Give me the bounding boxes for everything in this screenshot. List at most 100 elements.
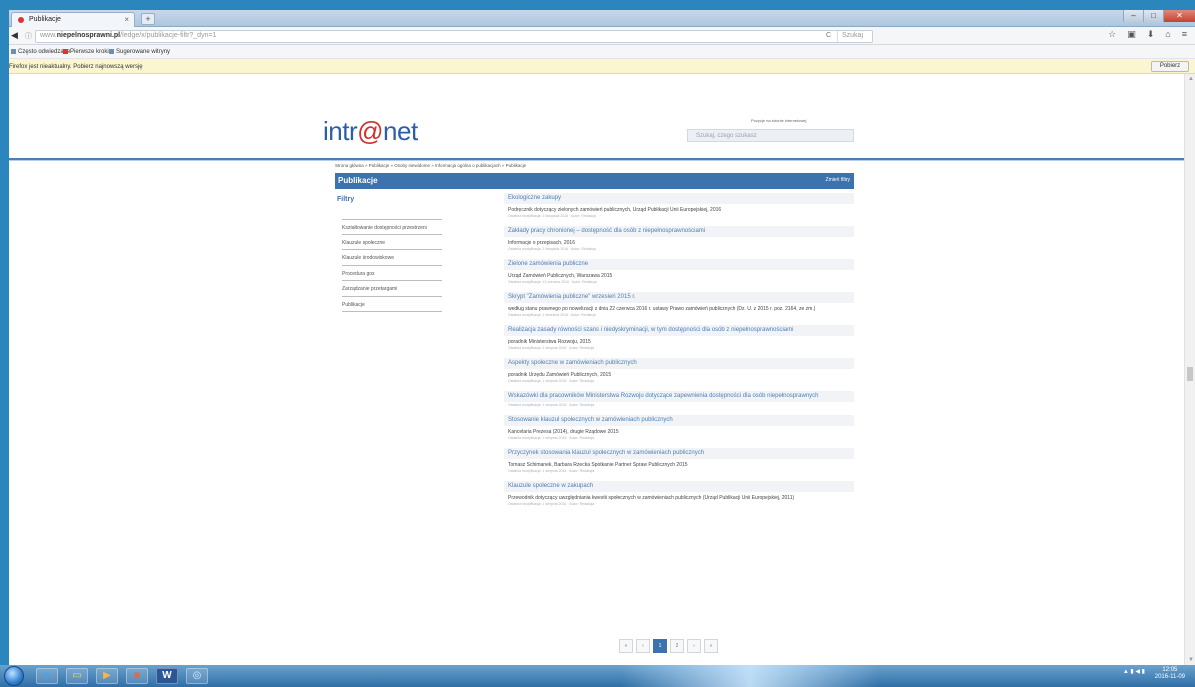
result-meta: Ostatnia modyfikacja: 1 sierpnia 2016 · … xyxy=(508,403,595,407)
page-title: Publikacje xyxy=(338,176,378,185)
result-meta: Ostatnia modyfikacja: 2 listopada 2016 ·… xyxy=(508,247,596,251)
filter-item[interactable]: Kształtowanie dostępności przestrzeni xyxy=(342,219,442,235)
result-title-link[interactable]: Klauzule społeczne w zakupach xyxy=(504,481,854,492)
result-title-link[interactable]: Stosowanie klauzul społecznych w zamówie… xyxy=(504,415,854,426)
result-meta: Ostatnia modyfikacja: 1 sierpnia 2016 · … xyxy=(508,502,595,506)
result-title-link[interactable]: Skrypt "Zamówienia publiczne" wrzesień 2… xyxy=(504,292,854,303)
result-title-link[interactable]: Realizacja zasady równości szans i niedy… xyxy=(504,325,854,336)
result-description: poradnik Ministerstwa Rozwoju, 2015 xyxy=(508,339,591,345)
result-title-link[interactable]: Zakłady pracy chronionej – dostępność dl… xyxy=(504,226,854,237)
screen-border-left xyxy=(0,0,9,687)
minimize-button[interactable]: – xyxy=(1123,10,1143,22)
change-filters-link[interactable]: Zmień filtry xyxy=(826,177,850,183)
notification-bar: Firefox jest nieaktualny. Pobierz najnow… xyxy=(9,59,1195,74)
result-title-link[interactable]: Zielone zamówienia publiczne xyxy=(504,259,854,270)
scroll-thumb[interactable] xyxy=(1187,367,1193,381)
system-tray[interactable]: ▲ ▮ ◀ ▮ xyxy=(1123,668,1145,675)
word-icon[interactable]: W xyxy=(156,668,178,684)
web-page: intr@net Pozycje na stronie internetowej… xyxy=(9,74,1184,665)
breadcrumb[interactable]: Strona główna » Publikacje » Osoby niewi… xyxy=(335,163,526,168)
media-player-icon[interactable]: ▶ xyxy=(96,668,118,684)
reload-icon[interactable]: C xyxy=(826,32,831,39)
bookmark-item[interactable]: Często odwiedzane xyxy=(11,49,70,55)
window-controls: – □ ✕ xyxy=(1123,10,1195,22)
filter-item[interactable]: Klauzule środowiskowe xyxy=(342,250,442,266)
result-meta: Ostatnia modyfikacja: 2 listopada 2016 ·… xyxy=(508,214,596,218)
results-list: Ekologiczne zakupy Podręcznik dotyczący … xyxy=(504,193,854,514)
pager-page-2[interactable]: 2 xyxy=(670,639,684,653)
result-description: Tomasz Schimanek, Barbara Rzecka Spotkan… xyxy=(508,462,688,468)
top-link[interactable]: Pozycje na stronie internetowej xyxy=(751,118,806,123)
favicon-icon xyxy=(18,17,24,23)
pager-next-button[interactable]: › xyxy=(687,639,701,653)
result-meta: Ostatnia modyfikacja: 12 czerwca 2016 · … xyxy=(508,280,597,284)
pocket-icon[interactable]: ▣ xyxy=(1127,29,1136,40)
filters-heading: Filtry xyxy=(337,196,355,203)
bookmarks-bar: Często odwiedzane Pierwsze kroki Sugerow… xyxy=(9,45,1195,59)
new-tab-button[interactable]: + xyxy=(141,13,155,25)
network-icon[interactable]: ◎ xyxy=(186,668,208,684)
folder-icon xyxy=(11,49,16,54)
result-item: Ekologiczne zakupy Podręcznik dotyczący … xyxy=(504,193,854,219)
pager-page-1[interactable]: 1 xyxy=(653,639,667,653)
scroll-down-icon[interactable]: ▼ xyxy=(1188,657,1194,663)
browser-search-input[interactable]: Szukaj xyxy=(837,31,873,42)
result-title-link[interactable]: Wskazówki dla pracowników Ministerstwa R… xyxy=(504,391,854,402)
browser-window: Publikacje × + – □ ✕ ◀ ⓘ www.niepelnospr… xyxy=(9,10,1195,665)
navigation-bar: ◀ ⓘ www.niepelnosprawni.pl/ledge/x/publi… xyxy=(9,27,1195,45)
ie-icon[interactable]: e xyxy=(36,668,58,684)
filter-item[interactable]: Zarządzanie przetargami xyxy=(342,281,442,297)
result-meta: Ostatnia modyfikacja: 1 sierpnia 2016 · … xyxy=(508,436,595,440)
tab-title: Publikacje xyxy=(29,16,61,23)
taskbar-glow xyxy=(620,665,880,687)
result-item: Realizacja zasady równości szans i niedy… xyxy=(504,325,854,351)
browser-search-placeholder: Szukaj xyxy=(842,32,864,39)
result-title-link[interactable]: Aspekty społeczne w zamówieniach publicz… xyxy=(504,358,854,369)
menu-icon[interactable]: ≡ xyxy=(1182,29,1187,40)
pager-first-button[interactable]: « xyxy=(619,639,633,653)
site-logo[interactable]: intr@net xyxy=(323,116,418,147)
page-title-bar: Publikacje Zmień filtry xyxy=(335,173,854,189)
toolbar-icons: ☆ ▣ ⬇ ⌂ ≡ xyxy=(1108,29,1187,40)
start-button[interactable] xyxy=(4,666,24,686)
result-description: według stanu prawnego po nowelizacji z d… xyxy=(508,306,816,312)
result-item: Wskazówki dla pracowników Ministerstwa R… xyxy=(504,391,854,408)
tab-close-icon[interactable]: × xyxy=(124,15,129,24)
result-item: Zielone zamówienia publiczne Urząd Zamów… xyxy=(504,259,854,285)
pager-last-button[interactable]: » xyxy=(704,639,718,653)
tab-publikacje[interactable]: Publikacje × xyxy=(11,12,135,27)
bookmark-star-icon[interactable]: ☆ xyxy=(1108,29,1116,40)
firefox-icon xyxy=(63,49,68,54)
result-item: Stosowanie klauzul społecznych w zamówie… xyxy=(504,415,854,441)
app-icon[interactable]: ■ xyxy=(126,668,148,684)
filter-item[interactable]: Publikacje xyxy=(342,297,442,312)
update-button[interactable]: Pobierz xyxy=(1151,61,1189,72)
pager-prev-button[interactable]: ‹ xyxy=(636,639,650,653)
clock[interactable]: 12:05 2016-11-09 xyxy=(1155,667,1185,681)
result-title-link[interactable]: Ekologiczne zakupy xyxy=(504,193,854,204)
scroll-up-icon[interactable]: ▲ xyxy=(1188,76,1194,82)
url-bar[interactable]: www.niepelnosprawni.pl/ledge/x/publikacj… xyxy=(35,30,873,43)
explorer-icon[interactable]: ▭ xyxy=(66,668,88,684)
result-description: Informacje o przepisach, 2016 xyxy=(508,240,575,246)
taskbar: e ▭ ▶ ■ W ◎ ▲ ▮ ◀ ▮ 12:05 2016-11-09 xyxy=(0,665,1195,687)
site-info-icon[interactable]: ⓘ xyxy=(25,31,32,41)
tab-strip: Publikacje × + – □ ✕ xyxy=(9,10,1195,27)
filter-item[interactable]: Procedura gos xyxy=(342,266,442,281)
maximize-button[interactable]: □ xyxy=(1143,10,1163,22)
result-meta: Ostatnia modyfikacja: 1 sierpnia 2016 · … xyxy=(508,469,595,473)
close-window-button[interactable]: ✕ xyxy=(1163,10,1195,22)
filter-item[interactable]: Klauzule społeczne xyxy=(342,235,442,250)
result-title-link[interactable]: Przyczynek stosowania klauzul społecznyc… xyxy=(504,448,854,459)
bookmark-item[interactable]: Sugerowane witryny xyxy=(109,49,170,55)
suggested-icon xyxy=(109,49,114,54)
home-icon[interactable]: ⌂ xyxy=(1165,29,1170,40)
url-text: www.niepelnosprawni.pl/ledge/x/publikacj… xyxy=(40,32,217,39)
site-search-input[interactable]: Szukaj, czego szukasz xyxy=(687,129,854,142)
result-description: poradnik Urzędu Zamówień Publicznych, 20… xyxy=(508,372,612,378)
download-icon[interactable]: ⬇ xyxy=(1147,29,1155,40)
back-icon[interactable]: ◀ xyxy=(11,30,18,41)
page-scrollbar[interactable]: ▲ ▼ xyxy=(1184,74,1195,665)
bookmark-item[interactable]: Pierwsze kroki xyxy=(63,49,109,55)
screen-border xyxy=(0,0,1195,10)
